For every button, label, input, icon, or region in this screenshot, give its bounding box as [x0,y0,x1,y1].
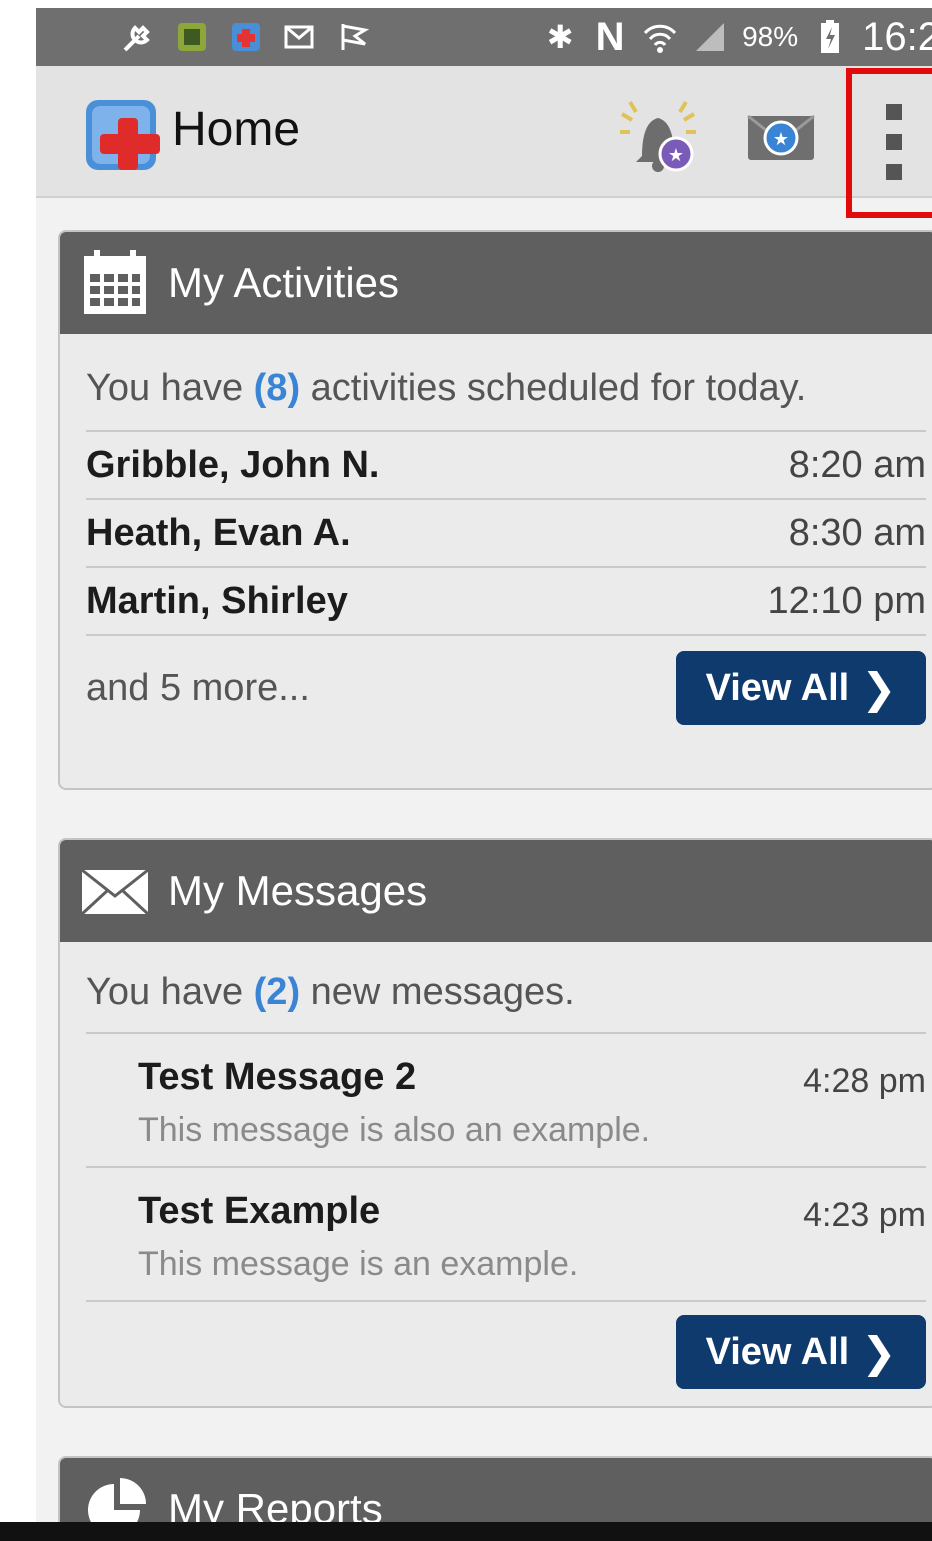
envelope-icon [80,868,150,916]
activity-row[interactable]: Gribble, John N. 8:20 am [86,432,926,500]
messages-footer: View All ❯ [86,1302,926,1402]
mail-icon[interactable]: ★ [744,106,818,168]
message-time: 4:23 pm [803,1196,926,1234]
activity-time: 8:30 am [788,511,926,554]
phone-screen: ✱ N 98% 16:2 Home ★ ★ My Activities You … [36,8,932,1534]
action-bar: Home ★ ★ [36,66,932,218]
calendar-icon [84,250,146,314]
activities-footer: and 5 more... View All ❯ [86,636,926,740]
wrench-icon [120,19,156,55]
bluetooth-icon: ✱ [546,19,574,55]
more-activities-text: and 5 more... [86,666,310,709]
messages-view-all-button[interactable]: View All ❯ [676,1315,926,1389]
message-preview: This message is an example. [138,1245,579,1283]
signal-icon [692,19,728,55]
activities-count[interactable]: (8) [254,367,300,409]
view-all-label: View All [705,1330,850,1373]
activity-name: Martin, Shirley [86,579,348,622]
message-time: 4:28 pm [803,1062,926,1100]
activities-header[interactable]: My Activities [60,232,932,334]
activity-time: 8:20 am [788,443,926,486]
clock: 16:2 [862,14,932,59]
more-vertical-icon [886,104,904,194]
wifi-icon [642,19,678,55]
nfc-icon: N [595,14,625,59]
messages-summary-prefix: You have [86,971,254,1013]
status-bar: ✱ N 98% 16:2 [36,8,932,66]
medical-app-notification-icon [228,19,264,55]
bottom-edge [0,1522,932,1541]
chevron-right-icon: ❯ [861,664,897,712]
activities-title: My Activities [168,259,400,306]
message-row[interactable]: Test Example 4:23 pm This message is an … [86,1168,926,1302]
messages-summary-suffix: new messages. [300,971,575,1013]
svg-text:★: ★ [773,129,789,150]
activities-card: My Activities You have (8) activities sc… [58,230,932,790]
overflow-menu-button[interactable] [846,68,932,218]
bell-alert-icon[interactable]: ★ [616,98,700,174]
activities-summary-prefix: You have [86,367,254,409]
messages-header[interactable]: My Messages [60,840,932,942]
page-title: Home [172,103,301,156]
message-row[interactable]: Test Message 2 4:28 pm This message is a… [86,1034,926,1168]
activity-time: 12:10 pm [767,579,926,622]
flag-notification-icon [336,19,372,55]
view-all-label: View All [705,666,850,709]
activities-view-all-button[interactable]: View All ❯ [676,651,926,725]
svg-text:★: ★ [668,145,684,166]
email-notification-icon [282,19,318,55]
activities-summary-suffix: activities scheduled for today. [300,367,807,409]
chevron-right-icon: ❯ [861,1328,897,1376]
activities-summary: You have (8) activities scheduled for to… [60,334,866,430]
messages-summary: You have (2) new messages. [60,942,866,1032]
activity-name: Gribble, John N. [86,443,380,486]
messages-card: My Messages You have (2) new messages. T… [58,838,932,1408]
battery-charging-icon [812,19,848,55]
activity-name: Heath, Evan A. [86,511,351,554]
messages-count[interactable]: (2) [254,971,300,1013]
message-preview: This message is also an example. [138,1111,651,1149]
activity-row[interactable]: Martin, Shirley 12:10 pm [86,568,926,636]
battery-percentage: 98% [742,21,799,52]
activity-row[interactable]: Heath, Evan A. 8:30 am [86,500,926,568]
app-logo[interactable] [84,96,164,176]
app-notification-icon [174,19,210,55]
messages-title: My Messages [168,867,428,914]
